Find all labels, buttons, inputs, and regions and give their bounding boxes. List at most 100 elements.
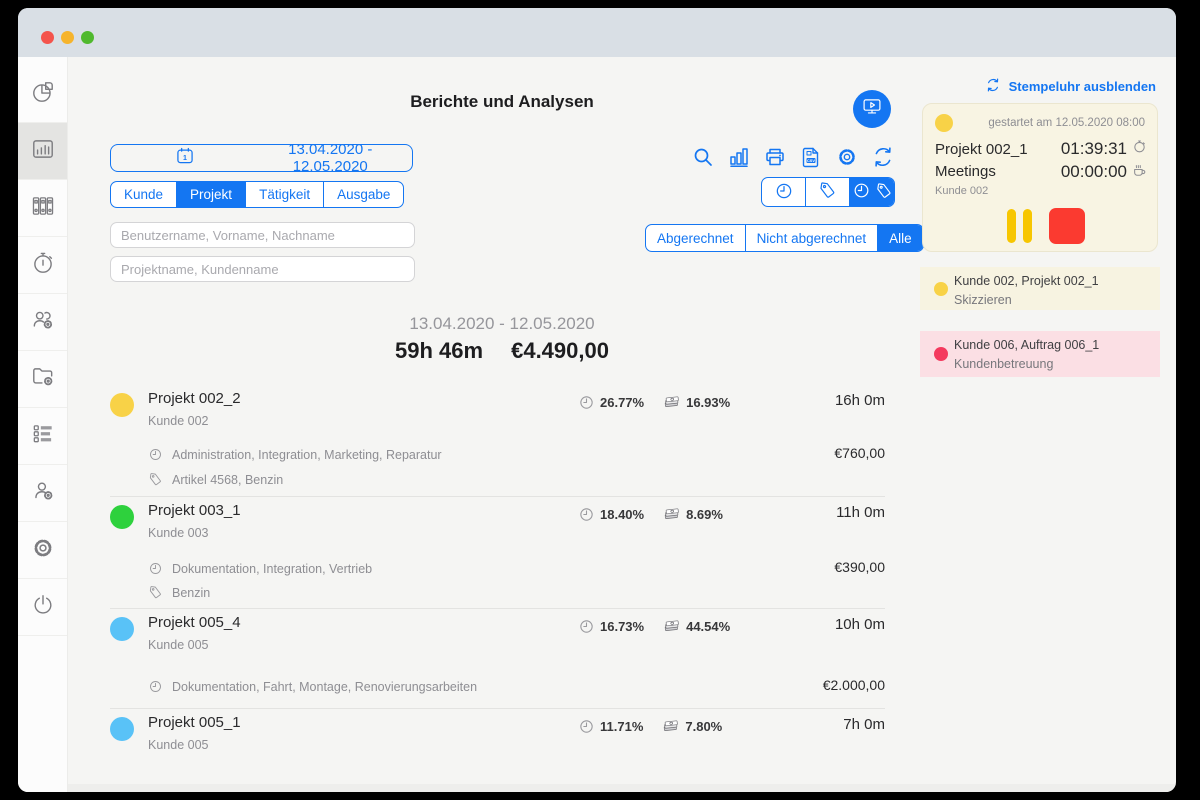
project-row[interactable]: Projekt 003_1 Kunde 003 18.40% 8.69% 11h… xyxy=(110,497,885,609)
project-name: Projekt 005_4 xyxy=(148,614,241,631)
sidebar-item-projects[interactable] xyxy=(18,351,67,408)
money-percent: 16.93% xyxy=(686,395,730,410)
tab-projekt[interactable]: Projekt xyxy=(177,182,246,207)
sidebar-item-account[interactable] xyxy=(18,465,67,522)
project-search-input[interactable] xyxy=(110,256,415,282)
project-name: Projekt 002_2 xyxy=(148,390,241,407)
project-customer: Kunde 003 xyxy=(148,526,208,540)
clock-icon xyxy=(852,181,871,203)
date-range-label: 13.04.2020 - 12.05.2020 xyxy=(267,141,413,175)
project-materials: Artikel 4568, Benzin xyxy=(172,473,283,487)
sidebar-item-archive[interactable] xyxy=(18,180,67,237)
checklist-icon xyxy=(30,421,56,452)
sidebar-item-reports[interactable] xyxy=(18,123,67,180)
summary-totals: 59h 46m €4.490,00 xyxy=(110,338,894,364)
recent-timer-item[interactable]: Kunde 006, Auftrag 006_1 Kundenbetreuung xyxy=(920,331,1160,377)
minimize-window-button[interactable] xyxy=(61,31,74,44)
filter-nicht-abgerechnet[interactable]: Nicht abgerechnet xyxy=(746,225,879,251)
stempeluhr-panel: Stempeluhr ausblenden gestartet am 12.05… xyxy=(920,57,1176,792)
project-row[interactable]: Projekt 005_4 Kunde 005 16.73% 44.54% 10… xyxy=(110,609,885,709)
app-window: Berichte und Analysen 1 13.04.2020 - 12.… xyxy=(18,8,1176,792)
time-percent: 26.77% xyxy=(600,395,644,410)
project-activities: Administration, Integration, Marketing, … xyxy=(172,448,442,462)
stop-timer-button[interactable] xyxy=(1049,208,1085,244)
filter-expense-only[interactable] xyxy=(806,178,850,206)
search-icon[interactable] xyxy=(691,145,715,169)
timer-customer: Kunde 002 xyxy=(935,185,988,197)
settings-gear-icon[interactable] xyxy=(835,145,859,169)
titlebar xyxy=(18,8,1176,57)
active-timer-card: gestartet am 12.05.2020 08:00 Projekt 00… xyxy=(922,103,1158,252)
project-row[interactable]: Projekt 002_2 Kunde 002 26.77% 16.93% 16… xyxy=(110,385,885,497)
tutorial-video-button[interactable] xyxy=(853,90,891,128)
sidebar-item-tasks[interactable] xyxy=(18,408,67,465)
monitor-play-icon xyxy=(857,92,887,127)
pie-chart-icon xyxy=(30,79,56,110)
recent-item-title: Kunde 002, Projekt 002_1 xyxy=(954,274,1150,288)
csv-export-icon[interactable]: CSV xyxy=(799,145,823,169)
timer-elapsed: 01:39:31 xyxy=(1061,139,1127,159)
time-percent: 16.73% xyxy=(600,619,644,634)
main-content: Berichte und Analysen 1 13.04.2020 - 12.… xyxy=(68,57,920,792)
project-duration: 11h 0m xyxy=(836,504,885,521)
project-duration: 16h 0m xyxy=(835,392,885,409)
horizontal-scrollbar[interactable] xyxy=(68,784,1176,792)
zoom-window-button[interactable] xyxy=(81,31,94,44)
coffee-cup-icon xyxy=(1132,162,1147,182)
summary-total-amount: €4.490,00 xyxy=(511,338,609,364)
page-title: Berichte und Analysen xyxy=(110,92,894,112)
bar-chart-icon xyxy=(30,136,56,167)
group-by-tabs: Kunde Projekt Tätigkeit Ausgabe xyxy=(110,181,404,208)
svg-text:1: 1 xyxy=(183,154,187,162)
gear-icon xyxy=(30,535,56,566)
printer-icon[interactable] xyxy=(763,145,787,169)
calendar-icon: 1 xyxy=(121,146,267,170)
sidebar-item-overview[interactable] xyxy=(18,66,67,123)
refresh-icon xyxy=(985,77,1001,96)
stopwatch-icon xyxy=(30,250,56,281)
project-color-dot xyxy=(110,505,134,529)
pause-timer-button[interactable] xyxy=(1007,209,1032,243)
filter-time-only[interactable] xyxy=(762,178,806,206)
stopwatch-icon xyxy=(1132,139,1147,159)
timer-task: Meetings xyxy=(935,163,996,180)
chart-icon[interactable] xyxy=(727,145,751,169)
tab-kunde[interactable]: Kunde xyxy=(111,182,177,207)
project-amount: €760,00 xyxy=(834,445,885,461)
close-window-button[interactable] xyxy=(41,31,54,44)
stempeluhr-toggle[interactable]: Stempeluhr ausblenden xyxy=(985,77,1156,96)
tab-taetigkeit[interactable]: Tätigkeit xyxy=(246,182,324,207)
folder-gear-icon xyxy=(30,364,56,395)
filter-abgerechnet[interactable]: Abgerechnet xyxy=(646,225,746,251)
recent-timer-item[interactable]: Kunde 002, Projekt 002_1 Skizzieren xyxy=(920,267,1160,310)
filter-alle[interactable]: Alle xyxy=(878,225,923,251)
tab-ausgabe[interactable]: Ausgabe xyxy=(324,182,403,207)
money-percent: 8.69% xyxy=(686,507,723,522)
money-percent: 44.54% xyxy=(686,619,730,634)
project-color-dot xyxy=(110,617,134,641)
sidebar-item-timer[interactable] xyxy=(18,237,67,294)
timer-started-label: gestartet am 12.05.2020 08:00 xyxy=(988,117,1145,129)
toolbar: CSV xyxy=(691,145,895,169)
stempeluhr-toggle-label: Stempeluhr ausblenden xyxy=(1009,79,1156,94)
clock-icon xyxy=(774,181,794,204)
project-customer: Kunde 005 xyxy=(148,638,208,652)
user-search-input[interactable] xyxy=(110,222,415,248)
price-tag-icon xyxy=(818,181,837,203)
filter-time-and-expense[interactable] xyxy=(850,178,894,206)
sidebar-item-settings[interactable] xyxy=(18,522,67,579)
project-duration: 10h 0m xyxy=(835,616,885,633)
recent-item-subtitle: Kundenbetreuung xyxy=(954,357,1150,371)
project-amount: €390,00 xyxy=(834,559,885,575)
timer-project: Projekt 002_1 xyxy=(935,141,1028,158)
project-row[interactable]: Projekt 005_1 Kunde 005 11.71% 7.80% 7h … xyxy=(110,709,885,792)
refresh-icon[interactable] xyxy=(871,145,895,169)
sidebar-item-logout[interactable] xyxy=(18,579,67,636)
project-materials: Benzin xyxy=(172,586,210,600)
date-range-button[interactable]: 1 13.04.2020 - 12.05.2020 xyxy=(110,144,413,172)
sidebar-item-team[interactable] xyxy=(18,294,67,351)
price-tag-icon xyxy=(875,182,893,203)
project-activities: Dokumentation, Integration, Vertrieb xyxy=(172,562,372,576)
project-activities: Dokumentation, Fahrt, Montage, Renovieru… xyxy=(172,680,477,694)
money-percent: 7.80% xyxy=(685,719,722,734)
